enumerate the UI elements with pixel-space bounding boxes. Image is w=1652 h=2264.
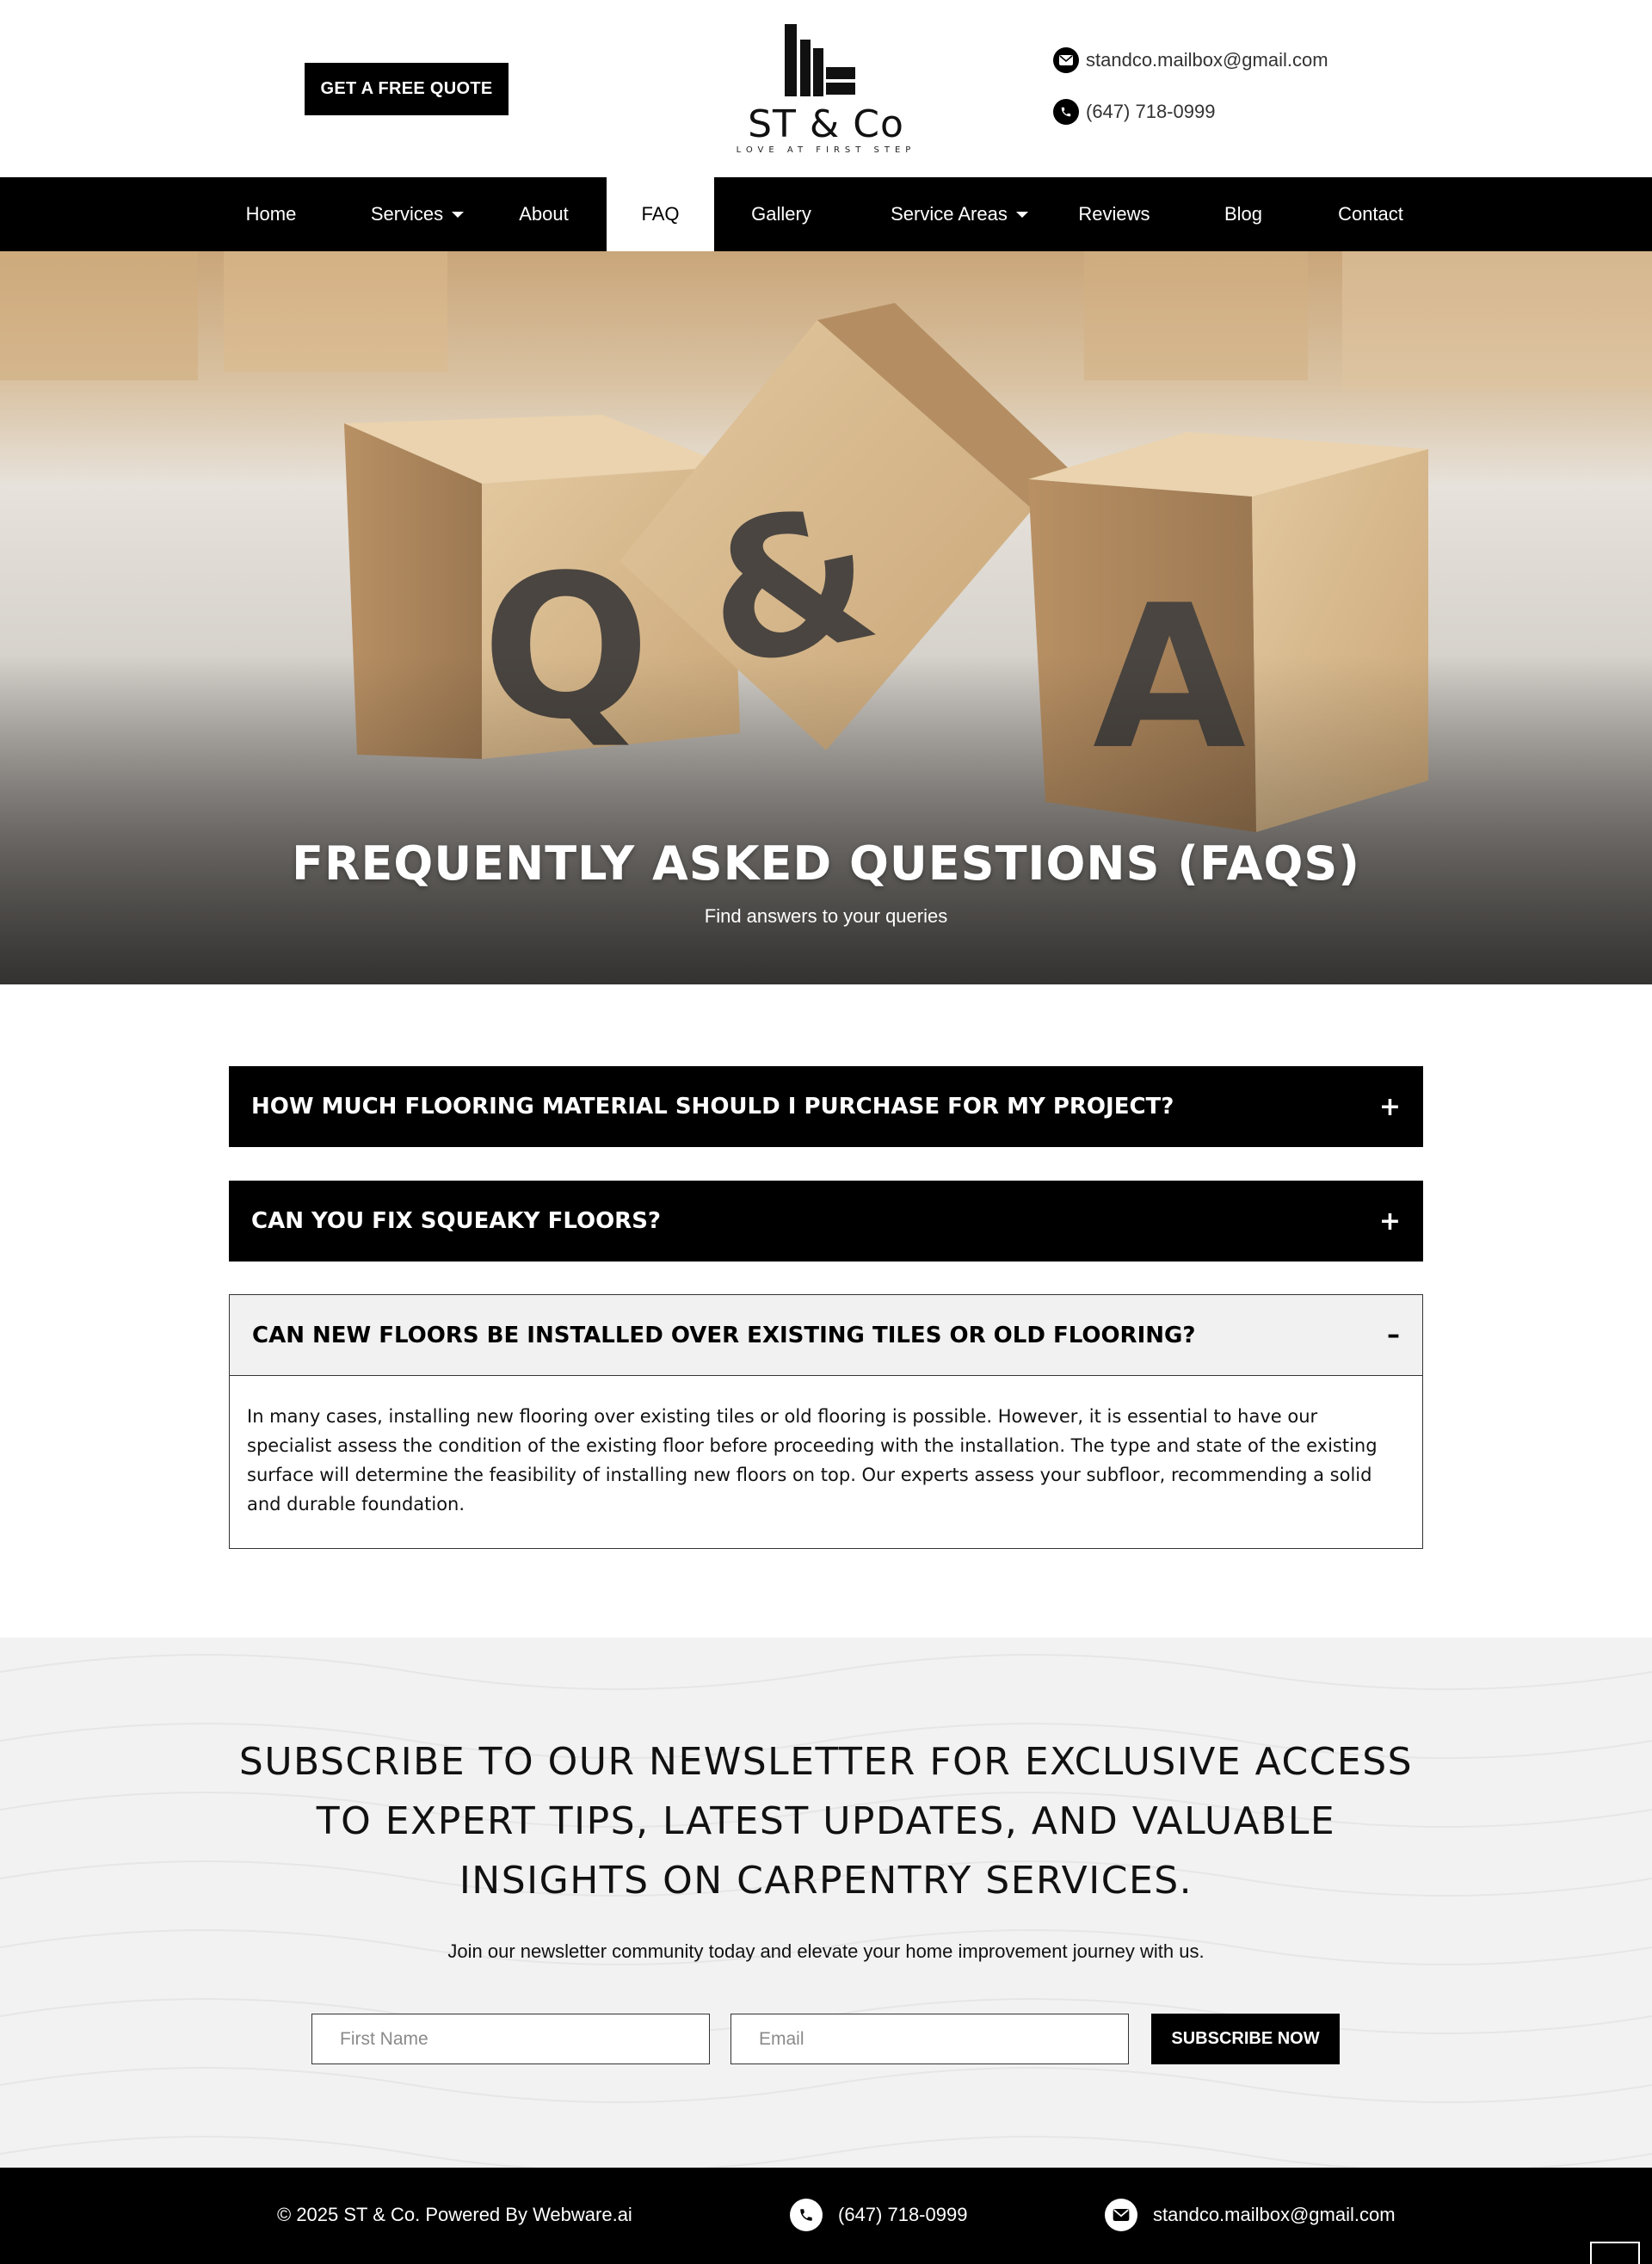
faq-question-header[interactable]: HOW MUCH FLOORING MATERIAL SHOULD I PURC…	[229, 1066, 1423, 1147]
logo-tagline: LOVE AT FIRST STEP	[736, 145, 916, 155]
first-name-input[interactable]	[311, 2014, 710, 2064]
nav-label: Contact	[1338, 203, 1403, 225]
nav-label: Blog	[1224, 203, 1263, 225]
site-footer: © 2025 ST & Co. Powered By Webware.ai (6…	[0, 2168, 1652, 2264]
plus-icon: +	[1378, 1091, 1401, 1122]
plus-icon: +	[1378, 1206, 1401, 1237]
footer-phone-text: (647) 718-0999	[838, 2204, 968, 2225]
email-input[interactable]	[730, 2014, 1129, 2064]
newsletter-subtitle: Join our newsletter community today and …	[447, 1940, 1205, 1962]
header-email[interactable]: standco.mailbox@gmail.com	[1053, 47, 1328, 73]
nav-item-home[interactable]: Home	[228, 177, 314, 251]
nav-label: Reviews	[1078, 203, 1150, 225]
nav-label: Service Areas	[891, 203, 1008, 225]
faq-question-header[interactable]: CAN NEW FLOORS BE INSTALLED OVER EXISTIN…	[230, 1295, 1422, 1376]
footer-email-text: standco.mailbox@gmail.com	[1153, 2204, 1396, 2225]
nav-label: Gallery	[751, 203, 811, 225]
mail-icon	[1105, 2199, 1137, 2231]
nav-item-blog[interactable]: Blog	[1207, 177, 1279, 251]
nav-item-faq[interactable]: FAQ	[607, 177, 714, 251]
subscribe-button[interactable]: SUBSCRIBE NOW	[1151, 2014, 1340, 2064]
nav-item-contact[interactable]: Contact	[1325, 177, 1416, 251]
footer-phone[interactable]: (647) 718-0999	[790, 2199, 967, 2231]
nav-label: FAQ	[641, 203, 680, 225]
faq-item[interactable]: HOW MUCH FLOORING MATERIAL SHOULD I PURC…	[229, 1066, 1423, 1147]
nav-label: About	[519, 203, 569, 225]
faq-question-header[interactable]: CAN YOU FIX SQUEAKY FLOORS? +	[229, 1181, 1423, 1262]
nav-label: Home	[245, 203, 297, 225]
nav-label: Services	[370, 203, 444, 225]
nav-item-gallery[interactable]: Gallery	[733, 177, 829, 251]
nav-item-services[interactable]: Services	[357, 177, 478, 251]
copyright-text: © 2025 ST & Co. Powered By Webware.ai	[277, 2204, 632, 2225]
faq-item[interactable]: CAN YOU FIX SQUEAKY FLOORS? +	[229, 1181, 1423, 1262]
nav-item-service-areas[interactable]: Service Areas	[873, 177, 1045, 251]
nav-item-reviews[interactable]: Reviews	[1067, 177, 1162, 251]
logo-text: ST & Co	[748, 102, 904, 146]
minus-icon: –	[1387, 1320, 1400, 1350]
header-email-text: standco.mailbox@gmail.com	[1086, 49, 1328, 71]
faq-question-text: CAN NEW FLOORS BE INSTALLED OVER EXISTIN…	[252, 1322, 1196, 1348]
header-phone-text: (647) 718-0999	[1086, 101, 1216, 122]
logo-bars-icon	[785, 24, 855, 96]
faq-question-text: HOW MUCH FLOORING MATERIAL SHOULD I PURC…	[251, 1094, 1174, 1120]
phone-icon	[1053, 99, 1079, 125]
nav-item-about[interactable]: About	[499, 177, 589, 251]
chevron-down-icon	[1015, 211, 1028, 218]
hero-banner: Q & A FREQUENTLY ASKED QUESTIONS (FAQS) …	[0, 251, 1652, 984]
phone-icon	[790, 2199, 823, 2231]
faq-answer: In many cases, installing new flooring o…	[247, 1406, 1378, 1514]
site-header: GET A FREE QUOTE ST & Co LOVE AT FIRST S…	[0, 0, 1652, 177]
newsletter-title: SUBSCRIBE TO OUR NEWSLETTER FOR EXCLUSIV…	[238, 1740, 1414, 1903]
mail-icon	[1053, 47, 1079, 73]
header-phone[interactable]: (647) 718-0999	[1053, 99, 1215, 125]
get-free-quote-button[interactable]: GET A FREE QUOTE	[305, 63, 509, 115]
newsletter-section: SUBSCRIBE TO OUR NEWSLETTER FOR EXCLUSIV…	[0, 1638, 1652, 2168]
page-subtitle: Find answers to your queries	[704, 905, 948, 927]
page-title: FREQUENTLY ASKED QUESTIONS (FAQS)	[292, 836, 1360, 891]
site-logo[interactable]: ST & Co LOVE AT FIRST STEP	[731, 21, 921, 158]
footer-email[interactable]: standco.mailbox@gmail.com	[1105, 2199, 1396, 2231]
faq-question-text: CAN YOU FIX SQUEAKY FLOORS?	[251, 1208, 661, 1234]
chat-widget-button[interactable]	[1590, 2242, 1640, 2264]
chevron-down-icon	[452, 211, 465, 218]
main-navigation: Home Services About FAQ Gallery Service …	[0, 177, 1652, 251]
faq-item-expanded[interactable]: CAN NEW FLOORS BE INSTALLED OVER EXISTIN…	[229, 1294, 1423, 1549]
